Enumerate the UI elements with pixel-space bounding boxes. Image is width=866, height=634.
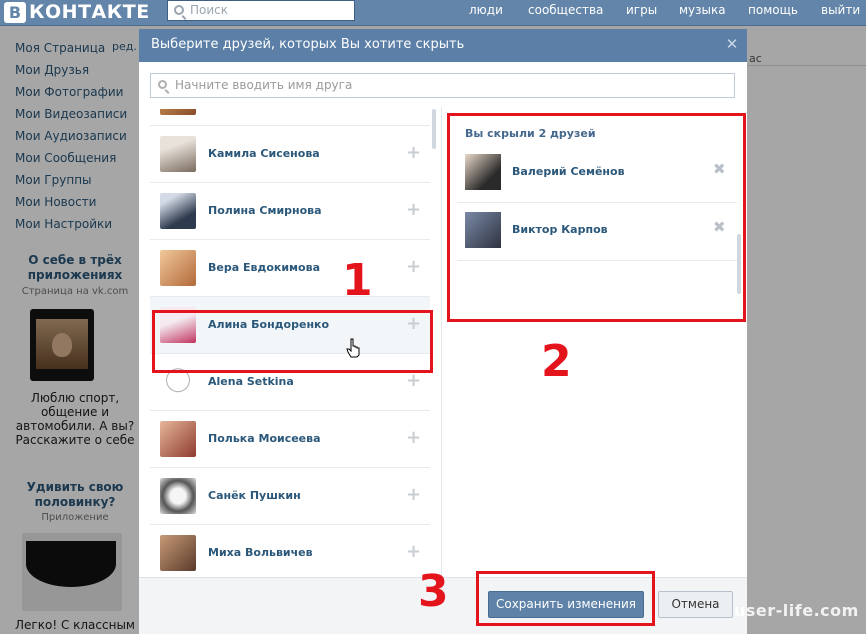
- nav-music[interactable]: музыка: [679, 3, 726, 17]
- annotation-number-1: 1: [342, 255, 373, 306]
- avatar: [160, 193, 196, 229]
- add-icon[interactable]: +: [406, 484, 421, 505]
- annotation-number-3: 3: [418, 566, 449, 617]
- filter-placeholder: Начните вводить имя друга: [175, 78, 353, 92]
- search-icon: [158, 80, 167, 89]
- friend-name: Камила Сисенова: [208, 147, 320, 160]
- friend-name: Вера Евдокимова: [208, 261, 320, 274]
- avatar: [160, 421, 196, 457]
- friend-filter-input[interactable]: Начните вводить имя друга: [150, 73, 735, 98]
- list-item[interactable]: Полина Смирнова +: [150, 183, 430, 240]
- add-icon[interactable]: +: [406, 142, 421, 163]
- column-divider: [441, 107, 442, 577]
- add-icon[interactable]: +: [406, 370, 421, 391]
- close-icon[interactable]: ✕: [723, 35, 741, 53]
- cancel-button[interactable]: Отмена: [658, 591, 733, 618]
- friend-name: Полина Смирнова: [208, 204, 322, 217]
- annotation-box-2: [447, 113, 746, 322]
- friend-name: Миха Вольвичев: [208, 546, 313, 559]
- search-icon: [174, 5, 184, 15]
- list-item[interactable]: Санёк Пушкин +: [150, 468, 430, 525]
- add-icon[interactable]: +: [406, 199, 421, 220]
- modal-header: Выберите друзей, которых Вы хотите скрыт…: [139, 29, 747, 62]
- add-icon[interactable]: +: [406, 427, 421, 448]
- annotation-number-2: 2: [541, 336, 572, 387]
- avatar: [160, 250, 196, 286]
- add-icon[interactable]: +: [406, 256, 421, 277]
- avatar: [160, 136, 196, 172]
- avatar: [160, 535, 196, 571]
- nav-help[interactable]: помощь: [748, 3, 798, 17]
- friend-name: Alena Setkina: [208, 375, 294, 388]
- watermark: user-life.com: [734, 601, 859, 620]
- search-placeholder: Поиск: [190, 3, 229, 17]
- friend-name: Полька Моисеева: [208, 432, 321, 445]
- search-input[interactable]: Поиск: [167, 0, 355, 21]
- logo-text: КОНТАКТЕ: [29, 1, 150, 23]
- avatar: [160, 478, 196, 514]
- list-item[interactable]: Миха Вольвичев +: [150, 525, 430, 575]
- list-item[interactable]: Камила Сисенова +: [150, 126, 430, 183]
- annotation-box-3: [476, 571, 655, 626]
- friends-scrollbar[interactable]: [432, 109, 436, 149]
- top-bar: В КОНТАКТЕ Поиск люди сообщества игры му…: [0, 0, 866, 26]
- nav-communities[interactable]: сообщества: [528, 3, 603, 17]
- nav-games[interactable]: игры: [626, 3, 657, 17]
- nav-people[interactable]: люди: [469, 3, 503, 17]
- annotation-box-1: [152, 310, 433, 373]
- hand-cursor-icon: [346, 338, 360, 358]
- list-item[interactable]: Вера Евдокимова +: [150, 240, 430, 297]
- list-item[interactable]: [150, 109, 430, 126]
- friend-name: Санёк Пушкин: [208, 489, 301, 502]
- list-item[interactable]: Полька Моисеева +: [150, 411, 430, 468]
- modal-title: Выберите друзей, которых Вы хотите скрыт…: [151, 37, 465, 52]
- logo-badge: В: [4, 1, 26, 23]
- vk-logo[interactable]: В КОНТАКТЕ: [4, 1, 150, 23]
- avatar: [160, 109, 196, 115]
- add-icon[interactable]: +: [406, 541, 421, 562]
- nav-logout[interactable]: выйти: [821, 3, 860, 17]
